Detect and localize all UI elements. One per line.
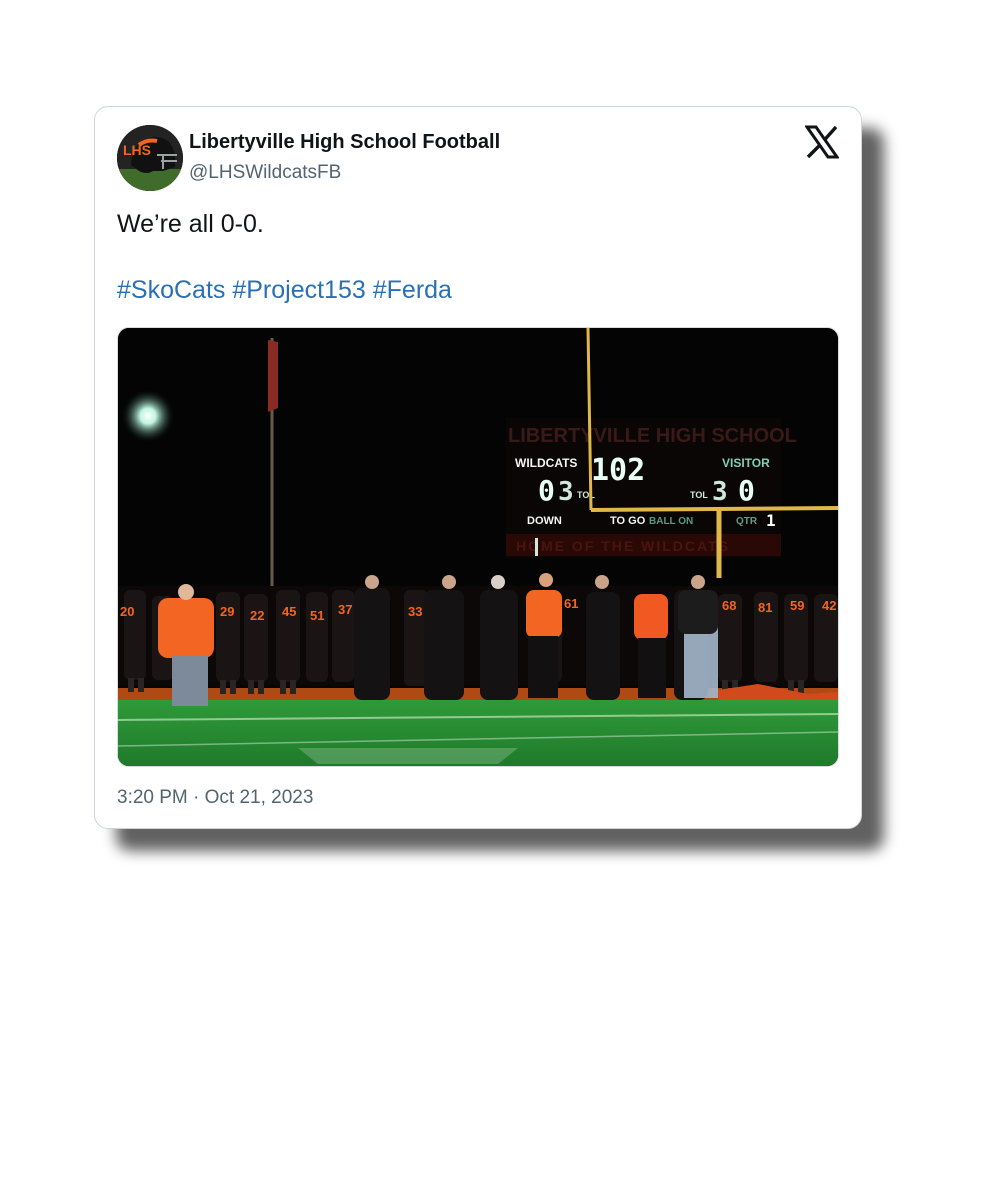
jersey-number: 22 — [250, 608, 264, 623]
tweet-text: We’re all 0-0. — [117, 210, 264, 238]
football-helmet-icon: LHS — [117, 125, 183, 191]
tweet-timestamp[interactable]: 3:20 PM · Oct 21, 2023 — [117, 787, 313, 809]
scoreboard-down-label: DOWN — [527, 515, 562, 527]
scoreboard-home-tol: 3 — [558, 477, 574, 507]
jersey-number: 20 — [120, 604, 134, 619]
author-name[interactable]: Libertyville High School Football — [189, 131, 500, 154]
tweet-photo[interactable]: LIBERTYVILLE HIGH SCHOOL WILDCATS VISITO… — [117, 327, 839, 767]
jersey-number: 59 — [790, 598, 804, 613]
hashtag-project153[interactable]: #Project153 — [232, 276, 365, 304]
stadium-light — [122, 390, 174, 442]
x-logo-icon[interactable] — [804, 125, 840, 159]
scoreboard-clock: 102 — [591, 453, 645, 488]
coach-orange-hoodie — [158, 598, 214, 658]
jersey-number: 42 — [822, 598, 836, 613]
jersey-number: 29 — [220, 604, 234, 619]
scoreboard-visitor-score: 0 — [738, 474, 755, 507]
scoreboard-visitor-tol: 3 — [712, 477, 728, 507]
jersey-number: 81 — [758, 600, 772, 615]
flag — [268, 340, 278, 412]
scoreboard-tol-label-home: TOL — [577, 490, 595, 500]
scoreboard-home-score: 0 — [538, 474, 555, 507]
jersey-number: 33 — [408, 604, 422, 619]
jersey-number: 68 — [722, 598, 736, 613]
scoreboard-visitor-label: VISITOR — [722, 456, 770, 470]
jersey-number: 51 — [310, 608, 324, 623]
scoreboard-title: LIBERTYVILLE HIGH SCHOOL — [508, 425, 797, 447]
scoreboard: LIBERTYVILLE HIGH SCHOOL WILDCATS VISITO… — [506, 418, 797, 558]
hashtag-list: #SkoCats #Project153 #Ferda — [117, 276, 452, 305]
avatar-lhs-text: LHS — [123, 142, 151, 158]
jersey-number: 45 — [282, 604, 296, 619]
jersey-number: 37 — [338, 602, 352, 617]
jersey-number: 61 — [564, 596, 578, 611]
tweet-card[interactable]: LHS Libertyville High School Football @L… — [94, 106, 862, 829]
hashtag-ferda[interactable]: #Ferda — [373, 276, 452, 304]
avatar[interactable]: LHS — [117, 125, 183, 191]
hashtag-skocats[interactable]: #SkoCats — [117, 276, 225, 304]
scoreboard-qtr-label: QTR — [736, 516, 758, 527]
scoreboard-to-go-label: TO GO — [610, 515, 646, 527]
scoreboard-ball-on-label: BALL ON — [649, 516, 693, 527]
author-handle[interactable]: @LHSWildcatsFB — [189, 162, 341, 184]
scoreboard-footer: HOME OF THE WILDCATS — [516, 538, 730, 554]
scoreboard-tol-label-visitor: TOL — [690, 490, 708, 500]
scoreboard-qtr-value: 1 — [766, 511, 776, 530]
scoreboard-home-label: WILDCATS — [515, 456, 577, 470]
